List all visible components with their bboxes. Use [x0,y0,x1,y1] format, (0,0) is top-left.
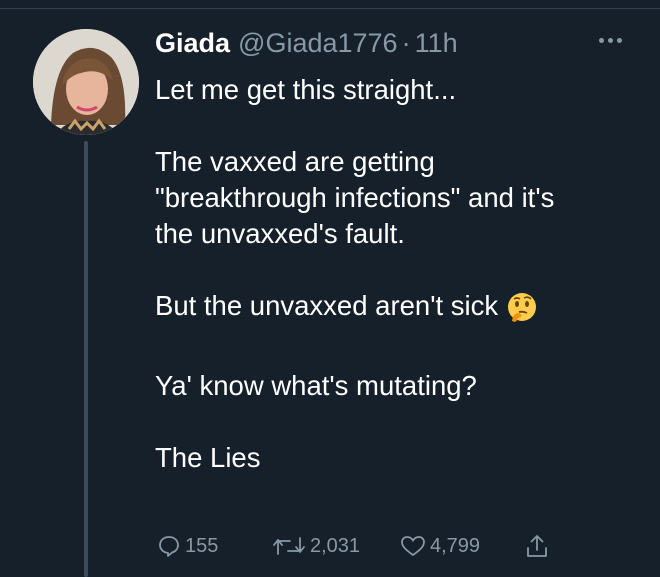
share-icon [525,533,549,559]
top-divider [0,0,660,9]
tweet-text: Let me get this straight... The vaxxed a… [155,72,635,476]
tweet-line: But the unvaxxed aren't sick [155,290,499,321]
thread-line [84,141,88,577]
more-options-icon[interactable] [592,28,628,52]
thinking-face-emoji-icon [506,291,538,332]
retweet-icon [272,534,306,558]
tweet-line: "breakthrough infections" and it's [155,182,555,213]
timestamp[interactable]: 11h [415,28,458,59]
reply-count: 155 [185,534,219,557]
reply-icon [157,534,181,558]
reply-button[interactable]: 155 [157,528,218,564]
like-count: 4,799 [430,534,481,557]
tweet-line: The Lies [155,442,261,473]
action-bar: 155 2,031 4,799 [155,528,575,564]
tweet-line: Ya' know what's mutating? [155,370,477,401]
retweet-count: 2,031 [310,534,361,557]
share-button[interactable] [525,528,549,564]
display-name[interactable]: Giada [155,28,230,59]
user-handle[interactable]: @Giada1776 [238,28,398,59]
tweet-line: Let me get this straight... [155,74,457,105]
retweet-button[interactable]: 2,031 [272,528,360,564]
heart-icon [400,534,426,558]
separator-dot: · [401,28,411,58]
like-button[interactable]: 4,799 [400,528,480,564]
avatar[interactable] [33,29,139,135]
avatar-image [33,29,139,135]
tweet-line: The vaxxed are getting [155,146,435,177]
tweet-line-with-emoji: But the unvaxxed aren't sick [155,288,635,332]
tweet-line: the unvaxxed's fault. [155,218,405,249]
tweet-header: Giada @Giada1776 · 11h [155,28,458,64]
